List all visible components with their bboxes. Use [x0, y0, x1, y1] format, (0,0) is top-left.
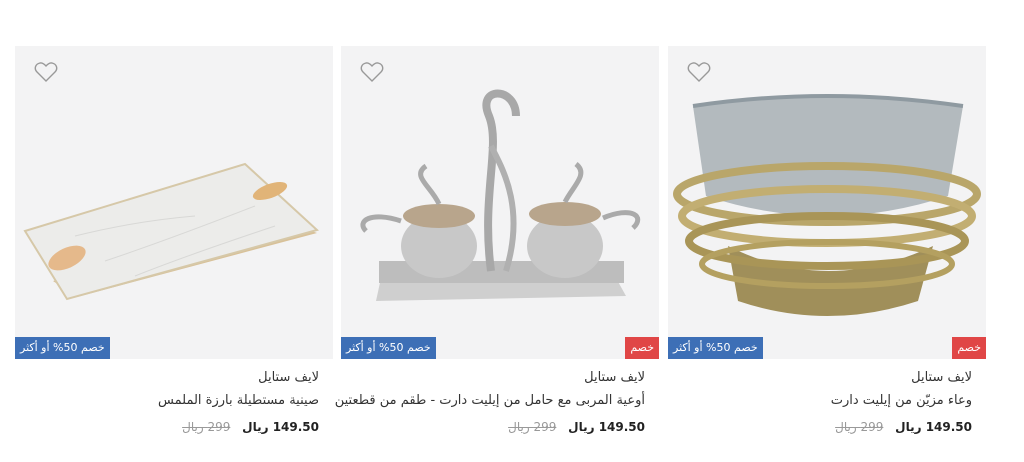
product-info: لايف ستايل وعاء مزيّن من إيليت دارت 149.…	[668, 370, 986, 435]
product-image[interactable]: خصم 50% أو أكثر خصم	[341, 46, 659, 359]
discount-badge: خصم 50% أو أكثر	[668, 337, 763, 359]
heart-outline-icon[interactable]	[687, 61, 711, 83]
discount-badge: خصم 50% أو أكثر	[15, 337, 110, 359]
product-name[interactable]: وعاء مزيّن من إيليت دارت	[668, 393, 972, 409]
product-info: لايف ستايل أوعية المربى مع حامل من إيليت…	[335, 370, 659, 435]
badges: خصم 50% أو أكثر خصم	[341, 337, 659, 359]
product-name[interactable]: صينية مستطيلة بارزة الملمس	[15, 393, 319, 409]
sale-badge: خصم	[625, 337, 659, 359]
product-price: 149.50 ريال 299 ريال	[341, 419, 645, 435]
product-card[interactable]: خصم 50% أو أكثر خصم لايف ستايل وعاء مزيّ…	[668, 46, 986, 435]
current-price: 149.50 ريال	[568, 420, 645, 434]
current-price: 149.50 ريال	[242, 420, 319, 434]
current-price: 149.50 ريال	[895, 420, 972, 434]
badges: خصم 50% أو أكثر خصم	[668, 337, 986, 359]
product-card[interactable]: خصم 50% أو أكثر خصم لايف ستايل أوعية الم…	[335, 46, 659, 435]
tray-image	[15, 46, 333, 359]
product-info: لايف ستايل صينية مستطيلة بارزة الملمس 14…	[15, 370, 333, 435]
sale-badge: خصم	[952, 337, 986, 359]
bowl-image	[668, 46, 986, 359]
jam-jars-image	[341, 46, 659, 359]
product-name[interactable]: أوعية المربى مع حامل من إيليت دارت - طقم…	[335, 393, 645, 409]
product-price: 149.50 ريال 299 ريال	[668, 419, 972, 435]
product-brand[interactable]: لايف ستايل	[341, 370, 645, 386]
product-image[interactable]: خصم 50% أو أكثر	[15, 46, 333, 359]
badges: خصم 50% أو أكثر	[15, 337, 333, 359]
discount-badge: خصم 50% أو أكثر	[341, 337, 436, 359]
heart-outline-icon[interactable]	[360, 61, 384, 83]
original-price: 299 ريال	[182, 420, 231, 434]
heart-outline-icon[interactable]	[34, 61, 58, 83]
product-image[interactable]: خصم 50% أو أكثر خصم	[668, 46, 986, 359]
product-card[interactable]: خصم 50% أو أكثر لايف ستايل صينية مستطيلة…	[15, 46, 333, 435]
product-grid: خصم 50% أو أكثر لايف ستايل صينية مستطيلة…	[0, 0, 1024, 462]
product-brand[interactable]: لايف ستايل	[15, 370, 319, 386]
product-brand[interactable]: لايف ستايل	[668, 370, 972, 386]
product-price: 149.50 ريال 299 ريال	[15, 419, 319, 435]
original-price: 299 ريال	[835, 420, 884, 434]
original-price: 299 ريال	[508, 420, 557, 434]
